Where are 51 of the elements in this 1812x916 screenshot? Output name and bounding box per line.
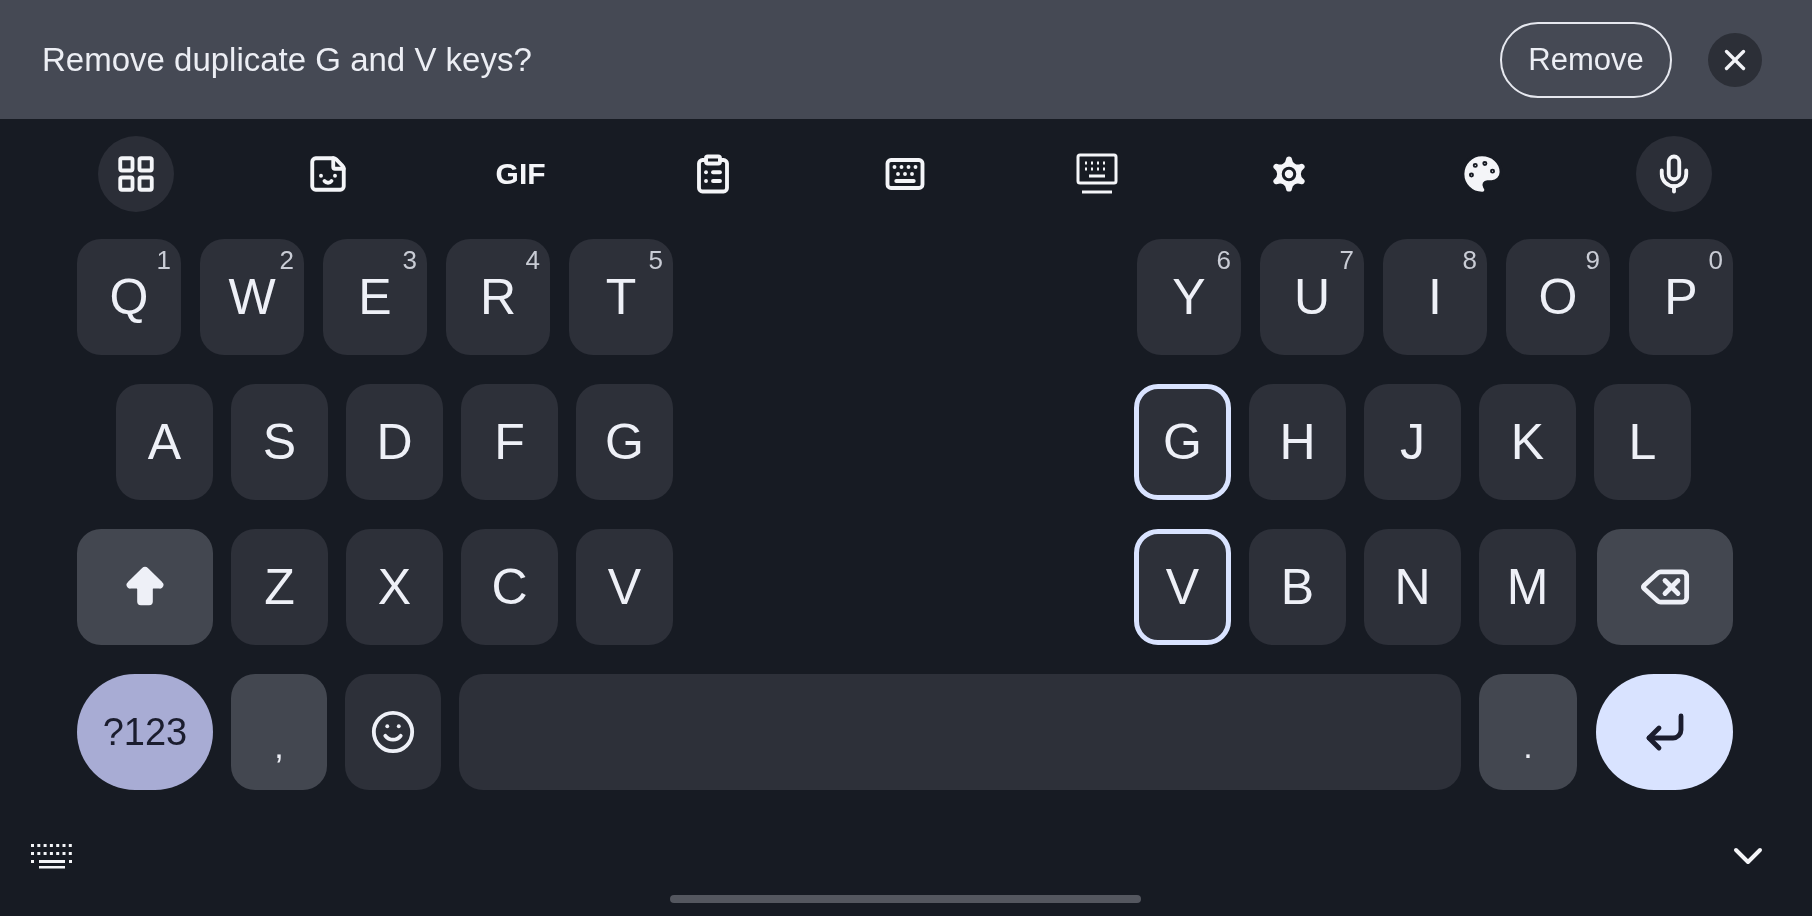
letter-key[interactable]: V [576,529,673,645]
keyboard-stand-icon [1076,152,1119,196]
letter-key[interactable]: H [1249,384,1346,500]
emoji-key[interactable] [345,674,441,790]
letter-key[interactable]: J [1364,384,1461,500]
letter-key[interactable]: M [1479,529,1576,645]
letter-key[interactable]: T 5 [569,239,673,355]
number-hint: 0 [1708,245,1723,276]
number-hint: 6 [1216,245,1231,276]
letter-key[interactable]: C [461,529,558,645]
letter-key[interactable]: K [1479,384,1576,500]
gif-button[interactable]: GIF [482,136,559,212]
number-hint: 4 [525,245,540,276]
number-hint: 1 [156,245,171,276]
remove-button[interactable]: Remove [1500,21,1672,98]
letter-key[interactable]: D [346,384,443,500]
letter-key[interactable]: X [346,529,443,645]
letter-key[interactable]: R 4 [446,239,550,355]
symbols-key[interactable]: ?123 [77,674,213,790]
number-hint: 3 [402,245,417,276]
letter-key[interactable]: W 2 [200,239,304,355]
letter-key[interactable]: B [1249,529,1346,645]
letter-key[interactable]: N [1364,529,1461,645]
letter-key[interactable]: V [1134,529,1231,645]
letter-key[interactable]: O 9 [1506,239,1610,355]
letter-key[interactable]: Y 6 [1137,239,1241,355]
period-key[interactable]: . [1479,674,1577,790]
letter-key[interactable]: E 3 [323,239,427,355]
letter-key[interactable]: L [1594,384,1691,500]
number-hint: 9 [1585,245,1600,276]
letter-key[interactable]: A [116,384,213,500]
letter-key[interactable]: I 8 [1383,239,1487,355]
letter-key[interactable]: P 0 [1629,239,1733,355]
close-button[interactable] [1708,32,1762,87]
letter-key[interactable]: G [1134,384,1231,500]
smiley-icon [370,709,416,755]
letter-key[interactable]: Q 1 [77,239,181,355]
banner-message: Remove duplicate G and V keys? [42,40,533,79]
number-hint: 7 [1339,245,1354,276]
backspace-key[interactable] [1597,529,1733,645]
keyboard-icon[interactable] [30,843,74,869]
number-hint: 5 [648,245,663,276]
number-hint: 2 [279,245,294,276]
letter-key[interactable]: S [231,384,328,500]
letter-key[interactable]: Z [231,529,328,645]
letter-key[interactable]: G [576,384,673,500]
comma-key[interactable]: , [231,674,327,790]
letter-key[interactable]: F [461,384,558,500]
number-hint: 8 [1462,245,1477,276]
letter-key[interactable]: U 7 [1260,239,1364,355]
shift-key[interactable] [77,529,213,645]
